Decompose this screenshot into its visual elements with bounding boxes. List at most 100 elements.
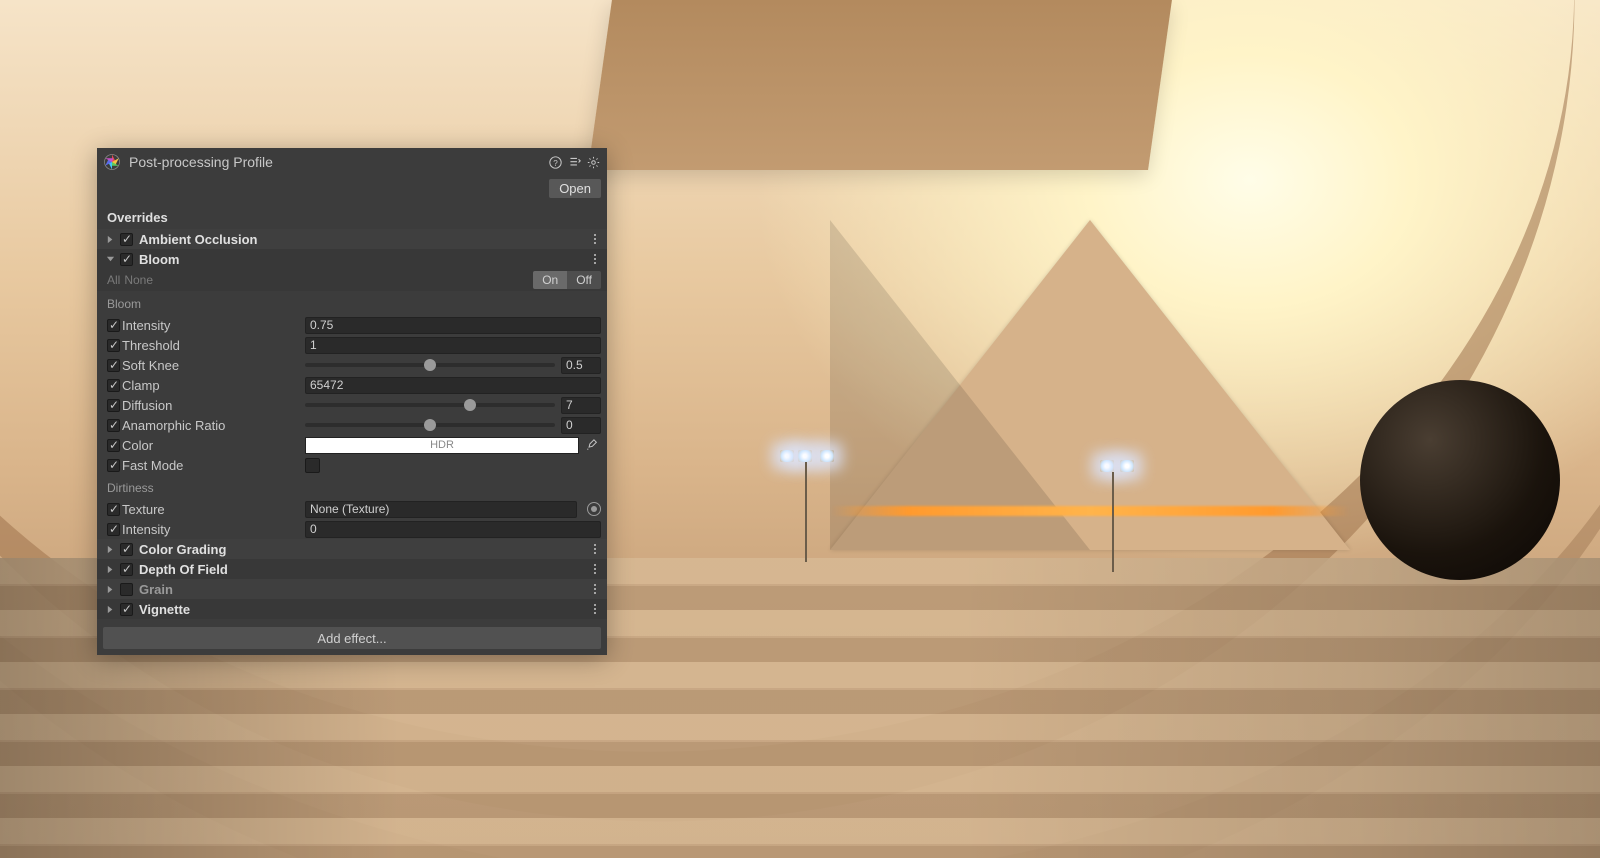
prop-checkbox[interactable] [107, 379, 120, 392]
prop-dirt-intensity: Intensity [97, 519, 607, 539]
floodlight-icon [798, 450, 812, 462]
prop-label-text: Fast Mode [122, 458, 183, 473]
chevron-right-icon[interactable] [105, 604, 116, 615]
chevron-down-icon[interactable] [105, 254, 116, 265]
slider-thumb[interactable] [424, 359, 436, 371]
override-label: Bloom [139, 252, 589, 267]
object-picker-icon[interactable] [587, 502, 601, 516]
prop-checkbox[interactable] [107, 439, 120, 452]
kebab-icon[interactable] [589, 582, 601, 596]
none-button[interactable]: None [124, 273, 153, 287]
panel-title: Post-processing Profile [129, 154, 544, 170]
aperture-icon [103, 153, 121, 171]
eyedropper-icon[interactable] [585, 439, 601, 452]
all-button[interactable]: All [107, 273, 120, 287]
soft-knee-field[interactable] [561, 357, 601, 374]
ceiling-block [588, 0, 1172, 170]
floodlight-icon [820, 450, 834, 462]
prop-label-text: Diffusion [122, 398, 172, 413]
override-checkbox[interactable] [120, 583, 133, 596]
override-checkbox[interactable] [120, 253, 133, 266]
kebab-icon[interactable] [589, 562, 601, 576]
override-label: Grain [139, 582, 589, 597]
texture-field[interactable]: None (Texture) [305, 501, 577, 518]
gear-icon[interactable] [585, 154, 601, 170]
tripod [805, 462, 807, 562]
open-button[interactable]: Open [549, 179, 601, 198]
prop-clamp: Clamp [97, 375, 607, 395]
prop-label-text: Color [122, 438, 153, 453]
prop-label-text: Soft Knee [122, 358, 179, 373]
prop-checkbox[interactable] [107, 359, 120, 372]
clamp-field[interactable] [305, 377, 601, 394]
prop-intensity: Intensity [97, 315, 607, 335]
override-label: Vignette [139, 602, 589, 617]
override-depth-of-field[interactable]: Depth Of Field [97, 559, 607, 579]
on-off-toggle: On Off [533, 271, 601, 289]
override-label: Color Grading [139, 542, 589, 557]
override-checkbox[interactable] [120, 543, 133, 556]
prop-texture: Texture None (Texture) [97, 499, 607, 519]
prop-anamorphic-ratio: Anamorphic Ratio [97, 415, 607, 435]
intensity-field[interactable] [305, 317, 601, 334]
color-field[interactable]: HDR [305, 437, 579, 454]
chevron-right-icon[interactable] [105, 234, 116, 245]
inspector-panel: Post-processing Profile ? Open Overrides… [97, 148, 607, 655]
add-effect-button[interactable]: Add effect... [103, 627, 601, 649]
dirt-intensity-field[interactable] [305, 521, 601, 538]
prop-checkbox[interactable] [107, 523, 120, 536]
soft-knee-slider[interactable] [305, 363, 555, 367]
texture-value: None (Texture) [310, 502, 389, 516]
threshold-field[interactable] [305, 337, 601, 354]
toggle-off[interactable]: Off [567, 271, 601, 289]
chevron-right-icon[interactable] [105, 544, 116, 555]
anamorphic-field[interactable] [561, 417, 601, 434]
fast-mode-checkbox[interactable] [305, 458, 320, 473]
prop-color: Color HDR [97, 435, 607, 455]
override-vignette[interactable]: Vignette [97, 599, 607, 619]
prop-label-text: Clamp [122, 378, 160, 393]
prop-checkbox[interactable] [107, 399, 120, 412]
override-grain[interactable]: Grain [97, 579, 607, 599]
all-none-row: All None On Off [97, 269, 607, 291]
floodlight-icon [1120, 460, 1134, 472]
override-ambient-occlusion[interactable]: Ambient Occlusion [97, 229, 607, 249]
kebab-icon[interactable] [589, 602, 601, 616]
prop-threshold: Threshold [97, 335, 607, 355]
override-label: Ambient Occlusion [139, 232, 589, 247]
sphere [1360, 380, 1560, 580]
kebab-icon[interactable] [589, 252, 601, 266]
chevron-right-icon[interactable] [105, 564, 116, 575]
prop-checkbox[interactable] [107, 419, 120, 432]
floodlight-icon [780, 450, 794, 462]
kebab-icon[interactable] [589, 542, 601, 556]
pyramid-glow [830, 506, 1350, 516]
anamorphic-slider[interactable] [305, 423, 555, 427]
slider-thumb[interactable] [424, 419, 436, 431]
help-icon[interactable]: ? [547, 154, 563, 170]
diffusion-field[interactable] [561, 397, 601, 414]
prop-fast-mode: Fast Mode [97, 455, 607, 475]
override-checkbox[interactable] [120, 603, 133, 616]
override-checkbox[interactable] [120, 233, 133, 246]
open-row: Open [97, 176, 607, 204]
prop-checkbox[interactable] [107, 319, 120, 332]
prop-label-text: Threshold [122, 338, 180, 353]
kebab-icon[interactable] [589, 232, 601, 246]
svg-text:?: ? [553, 158, 558, 167]
prop-soft-knee: Soft Knee [97, 355, 607, 375]
diffusion-slider[interactable] [305, 403, 555, 407]
override-label: Depth Of Field [139, 562, 589, 577]
toggle-on[interactable]: On [533, 271, 567, 289]
slider-thumb[interactable] [464, 399, 476, 411]
prop-label-text: Intensity [122, 318, 170, 333]
chevron-right-icon[interactable] [105, 584, 116, 595]
prop-checkbox[interactable] [107, 339, 120, 352]
prop-checkbox[interactable] [107, 459, 120, 472]
preset-icon[interactable] [566, 154, 582, 170]
override-color-grading[interactable]: Color Grading [97, 539, 607, 559]
override-bloom[interactable]: Bloom [97, 249, 607, 269]
override-checkbox[interactable] [120, 563, 133, 576]
prop-diffusion: Diffusion [97, 395, 607, 415]
prop-checkbox[interactable] [107, 503, 120, 516]
